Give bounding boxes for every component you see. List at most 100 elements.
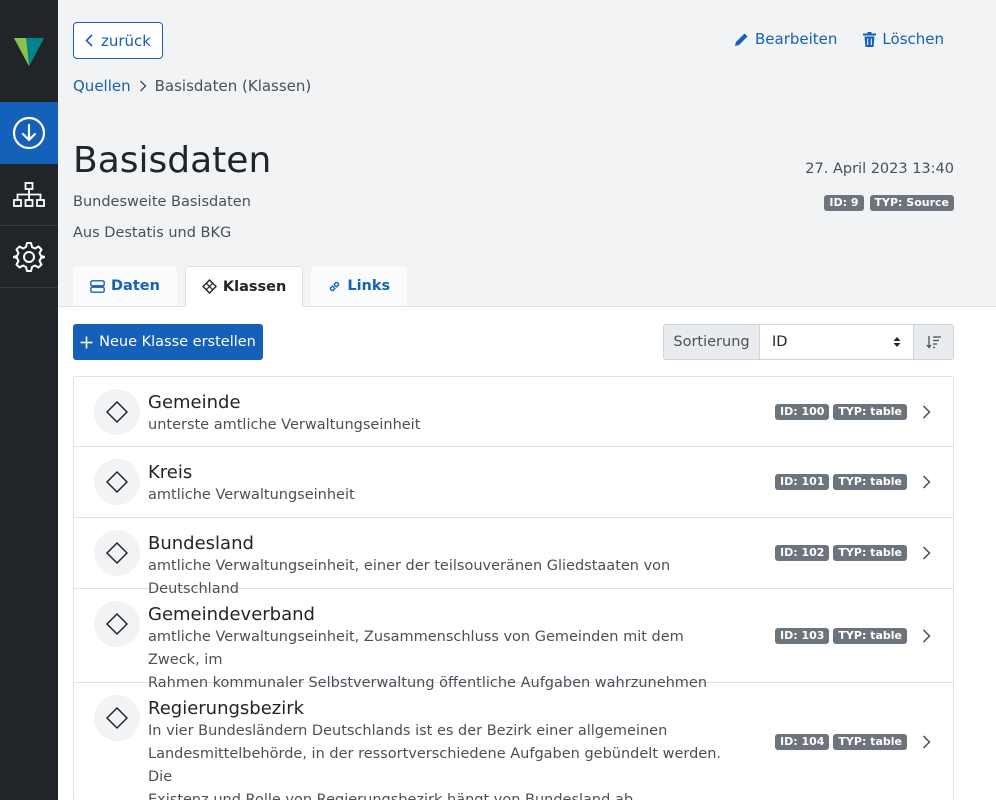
header-badges: ID: 9 TYP: Source bbox=[824, 195, 954, 211]
chevron-right-icon[interactable] bbox=[922, 734, 931, 749]
page-title: Basisdaten bbox=[73, 140, 272, 181]
chevron-right-icon bbox=[139, 80, 147, 92]
chevron-right-icon[interactable] bbox=[922, 628, 931, 643]
back-button-label: zurück bbox=[101, 31, 151, 50]
class-icon-circle bbox=[94, 695, 140, 741]
diamond-icon bbox=[105, 541, 129, 565]
diamond-icon bbox=[105, 706, 129, 730]
class-id-badge: ID: 100 bbox=[775, 403, 830, 420]
class-toolbar: Neue Klasse erstellen Sortierung ID bbox=[73, 324, 954, 360]
class-type-badge: TYP: table bbox=[833, 474, 907, 490]
tab-klassen-label: Klassen bbox=[222, 278, 287, 295]
edit-button-label: Bearbeiten bbox=[755, 30, 838, 48]
class-name: Gemeindeverband bbox=[148, 604, 315, 625]
page-header: zurück Bearbeiten Löschen Quellen Basisd… bbox=[58, 0, 996, 307]
tab-links[interactable]: Links bbox=[311, 266, 408, 306]
class-badges: ID: 104 TYP: table bbox=[775, 733, 907, 750]
class-type-badge: TYP: table bbox=[833, 545, 907, 561]
class-description-line: amtliche Verwaltungseinheit, Zusammensch… bbox=[148, 629, 684, 668]
plus-icon bbox=[80, 336, 93, 348]
class-id-badge: ID: 104 bbox=[775, 733, 830, 750]
database-icon bbox=[90, 279, 105, 293]
list-item[interactable]: Bundesland amtliche Verwaltungseinheit, … bbox=[74, 518, 953, 597]
list-item[interactable]: Gemeinde unterste amtliche Verwaltungsei… bbox=[74, 377, 953, 447]
class-description-line: Existenz und Rolle von Regierungsbezirk … bbox=[148, 792, 638, 800]
breadcrumb-root-link[interactable]: Quellen bbox=[73, 77, 131, 95]
sort-direction-button[interactable] bbox=[914, 325, 953, 359]
class-description-line: unterste amtliche Verwaltungseinheit bbox=[148, 417, 421, 433]
new-class-button-label: Neue Klasse erstellen bbox=[99, 334, 256, 350]
chevron-right-icon[interactable] bbox=[922, 404, 931, 419]
class-name: Regierungsbezirk bbox=[148, 698, 305, 719]
download-icon bbox=[12, 116, 46, 150]
edit-button[interactable]: Bearbeiten bbox=[734, 30, 837, 48]
trash-icon bbox=[863, 31, 877, 47]
app-logo[interactable] bbox=[0, 0, 58, 102]
tab-links-label: Links bbox=[347, 278, 391, 294]
new-class-button[interactable]: Neue Klasse erstellen bbox=[73, 324, 263, 360]
diamond-icon bbox=[105, 612, 129, 636]
page-source: Aus Destatis und BKG bbox=[73, 225, 232, 241]
type-badge: TYP: Source bbox=[869, 195, 954, 211]
sort-label: Sortierung bbox=[664, 325, 760, 359]
class-icon-circle bbox=[94, 601, 140, 647]
tab-bar: Daten Klassen Links bbox=[73, 266, 408, 307]
class-description-line: Landesmittelbehörde, in der ressortversc… bbox=[148, 746, 722, 785]
breadcrumb: Quellen Basisdaten (Klassen) bbox=[73, 77, 311, 95]
gear-icon bbox=[13, 241, 45, 272]
chevron-left-icon bbox=[85, 34, 93, 47]
class-badges: ID: 103 TYP: table bbox=[775, 627, 907, 644]
class-description-line: In vier Bundesländern Deutschlands ist e… bbox=[148, 723, 668, 739]
class-type-badge: TYP: table bbox=[833, 733, 907, 750]
class-type-badge: TYP: table bbox=[833, 627, 907, 644]
chevron-right-icon[interactable] bbox=[922, 475, 931, 489]
class-id-badge: ID: 101 bbox=[775, 474, 830, 490]
sitemap-icon bbox=[13, 181, 45, 207]
delete-button-label: Löschen bbox=[882, 30, 944, 48]
chevron-right-icon[interactable] bbox=[922, 546, 931, 560]
class-type-badge: TYP: table bbox=[833, 403, 907, 420]
link-icon bbox=[330, 281, 340, 291]
list-item[interactable]: Kreis amtliche Verwaltungseinheit ID: 10… bbox=[74, 447, 953, 518]
sort-select[interactable]: ID bbox=[760, 325, 914, 359]
sidebar-item-structure[interactable] bbox=[0, 164, 58, 226]
class-badges: ID: 101 TYP: table bbox=[775, 474, 907, 490]
delete-button[interactable]: Löschen bbox=[863, 30, 944, 48]
list-item[interactable]: Gemeindeverband amtliche Verwaltungseinh… bbox=[74, 589, 953, 691]
select-caret-icon bbox=[893, 337, 901, 347]
class-body: Regierungsbezirk In vier Bundesländern D… bbox=[148, 683, 738, 800]
diamond-icon bbox=[105, 400, 129, 424]
page-subtitle: Bundesweite Basisdaten bbox=[73, 194, 251, 210]
sidebar bbox=[0, 0, 58, 800]
tab-daten[interactable]: Daten bbox=[73, 266, 177, 306]
class-badges: ID: 102 TYP: table bbox=[775, 545, 907, 561]
pencil-icon bbox=[735, 33, 748, 46]
tab-klassen[interactable]: Klassen bbox=[184, 266, 304, 307]
sort-select-value: ID bbox=[772, 334, 788, 350]
class-description-line: amtliche Verwaltungseinheit bbox=[148, 487, 355, 503]
class-body: Gemeinde unterste amtliche Verwaltungsei… bbox=[148, 377, 738, 437]
class-icon-circle bbox=[94, 459, 140, 505]
class-body: Kreis amtliche Verwaltungseinheit bbox=[148, 447, 738, 507]
sort-control: Sortierung ID bbox=[663, 324, 954, 360]
class-name: Bundesland bbox=[148, 533, 254, 554]
page-date: 27. April 2023 13:40 bbox=[805, 161, 954, 177]
header-actions: Bearbeiten Löschen bbox=[734, 30, 944, 48]
class-badges: ID: 100 TYP: table bbox=[775, 403, 907, 420]
diamond-icon bbox=[105, 470, 129, 494]
list-item[interactable]: Regierungsbezirk In vier Bundesländern D… bbox=[74, 683, 953, 800]
class-id-badge: ID: 102 bbox=[775, 545, 830, 561]
class-icon-circle bbox=[94, 530, 140, 576]
class-icon bbox=[201, 279, 217, 294]
sidebar-item-download[interactable] bbox=[0, 102, 58, 164]
sort-descending-icon bbox=[925, 336, 941, 349]
sidebar-item-settings[interactable] bbox=[0, 226, 58, 288]
class-icon-circle bbox=[94, 389, 140, 435]
class-list: Gemeinde unterste amtliche Verwaltungsei… bbox=[73, 376, 954, 800]
class-name: Kreis bbox=[148, 462, 193, 483]
back-button[interactable]: zurück bbox=[73, 22, 163, 59]
tab-daten-label: Daten bbox=[111, 278, 160, 294]
id-badge: ID: 9 bbox=[824, 195, 864, 211]
breadcrumb-current: Basisdaten (Klassen) bbox=[154, 77, 312, 95]
class-id-badge: ID: 103 bbox=[775, 627, 830, 644]
